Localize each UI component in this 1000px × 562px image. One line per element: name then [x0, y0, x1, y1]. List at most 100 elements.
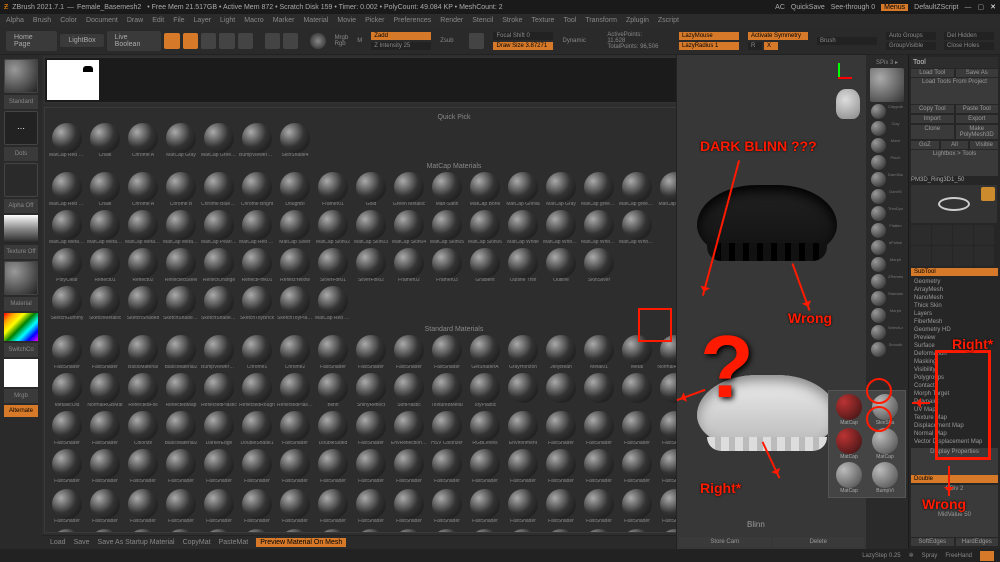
material-EnvReflection01[interactable]: EnvReflection01 [391, 411, 427, 449]
camera-head-icon[interactable] [836, 89, 860, 119]
material-swatch[interactable] [4, 261, 38, 295]
material-fastshader[interactable]: FastShader [163, 489, 199, 527]
material-BasicMaterial2[interactable]: BasicMaterial2 [163, 335, 199, 373]
material-SilverFoil02[interactable]: SilverFoil02 [353, 248, 389, 286]
tool-slot-3[interactable] [974, 225, 994, 245]
x-btn[interactable]: X [764, 42, 778, 50]
texture-swatch[interactable] [4, 215, 38, 243]
material-FastShader[interactable]: FastShader [87, 335, 123, 373]
menu-morph-target[interactable]: Morph Target [911, 390, 998, 398]
material-fastshader[interactable]: FastShader [581, 449, 617, 487]
material-GrayHorizon[interactable]: GrayHorizon [505, 335, 541, 373]
brush-damstd[interactable] [871, 172, 886, 187]
material-SketchToyPlastic[interactable]: SketchToyPlastic [277, 286, 313, 324]
material-MatCap Skin04[interactable]: MatCap Skin04 [391, 210, 427, 248]
menu-preferences[interactable]: Preferences [394, 17, 432, 24]
material-fastshader[interactable]: FastShader [467, 529, 503, 533]
material-Chrome B[interactable]: Chrome B [163, 172, 199, 210]
material-fastshader[interactable]: FastShader [429, 449, 465, 487]
copytool-btn[interactable]: Copy Tool [911, 105, 954, 113]
material-MatCap Metal01[interactable]: MatCap Metal01 [49, 210, 85, 248]
menu-geometry[interactable]: Geometry [911, 278, 998, 286]
storecam-btn[interactable]: Store Cam [679, 537, 771, 547]
material-MatCap Gray[interactable]: MatCap Gray [163, 123, 199, 161]
material-fastshader[interactable]: FastShader [353, 449, 389, 487]
material-FastShader[interactable]: FastShader [581, 411, 617, 449]
lazyradius-slider[interactable]: LazyRadius 1 [679, 42, 739, 50]
menu-normal-map[interactable]: Normal Map [911, 430, 998, 438]
material-fastshader[interactable]: FastShader [239, 529, 275, 533]
menu-fibermesh[interactable]: FiberMesh [911, 318, 998, 326]
material-MatCap White02[interactable]: MatCap White02 [619, 210, 655, 248]
material-fastshader[interactable]: FastShader [391, 529, 427, 533]
material-MatCap Red Wax[interactable]: MatCap Red Wax [239, 210, 275, 248]
material-FastShader[interactable]: FastShader [543, 411, 579, 449]
material-SketchShaded[interactable]: SketchShaded [125, 286, 161, 324]
material-slot[interactable] [505, 373, 541, 411]
menu-thick-skin[interactable]: Thick Skin [911, 302, 998, 310]
zadd-btn[interactable]: Zadd [371, 32, 431, 40]
brush-damst[interactable] [871, 189, 886, 204]
simplebrush-icon[interactable] [981, 187, 995, 201]
copymat-btn[interactable]: CopyMat [183, 539, 211, 546]
material-slot[interactable] [619, 373, 655, 411]
material-MatCap Red Wax[interactable]: MatCap Red Wax [315, 286, 351, 324]
lightbox-tools-btn[interactable]: Lightbox > Tools [911, 150, 998, 176]
material-Chrome A[interactable]: Chrome A [125, 123, 161, 161]
material-PolyClear[interactable]: PolyClear [49, 248, 85, 286]
default-script[interactable]: DefaultZScript [914, 4, 958, 11]
tab-homepage[interactable]: Home Page [6, 31, 57, 51]
delcam-btn[interactable]: Delete [773, 537, 865, 547]
material-Metal01[interactable]: Metal01 [581, 335, 617, 373]
clone-btn[interactable]: Clone [911, 125, 954, 139]
rotate-icon[interactable] [238, 33, 253, 49]
material-Mah-Satin[interactable]: Mah-Satin [429, 172, 465, 210]
zsub-btn[interactable]: Zsub [440, 38, 453, 44]
material-NormalRGBMat[interactable]: NormalRGBMat [87, 373, 123, 411]
material-fastshader[interactable]: FastShader [125, 529, 161, 533]
menu-vector-displacement-map[interactable]: Vector Displacement Map [911, 438, 998, 446]
material-BasicMaterial[interactable]: BasicMaterial [125, 335, 161, 373]
material-Environment[interactable]: Environment [505, 411, 541, 449]
material-MatCap Red Wax[interactable]: MatCap Red Wax [49, 123, 85, 161]
brush-claypot[interactable] [871, 104, 886, 119]
material-fastshader[interactable]: FastShader [619, 529, 655, 533]
material-MatCap Pearl Ca[interactable]: MatCap Pearl Ca [201, 210, 237, 248]
zintensity-slider[interactable]: Z Intensity 25 [371, 42, 431, 50]
pastetool-btn[interactable]: Paste Tool [956, 105, 999, 113]
material-MatCap Skin06[interactable]: MatCap Skin06 [467, 210, 503, 248]
close-icon[interactable]: ✕ [990, 3, 996, 11]
material-MatCap Bone[interactable]: MatCap Bone [467, 172, 503, 210]
menu-file[interactable]: File [173, 17, 184, 24]
material-ReflectedFoil[interactable]: ReflectedFoil [125, 373, 161, 411]
menu-nanomesh[interactable]: NanoMesh [911, 294, 998, 302]
material-ToyPlastic[interactable]: ToyPlastic [467, 373, 503, 411]
dynamic-btn[interactable]: Dynamic [562, 38, 585, 44]
softedges-btn[interactable]: SoftEdges [911, 538, 954, 546]
rgb-btn[interactable]: Rgb [335, 41, 349, 47]
brush-standard[interactable] [871, 291, 886, 306]
material-MatCap Silver[interactable]: MatCap Silver [277, 210, 313, 248]
material-fastshader[interactable]: FastShader [87, 489, 123, 527]
material-fastshader[interactable]: FastShader [505, 449, 541, 487]
material-Chrome2[interactable]: Chrome2 [277, 335, 313, 373]
alpha-swatch[interactable] [4, 163, 38, 197]
material-fastshader[interactable]: FastShader [505, 489, 541, 527]
material-fastshader[interactable]: FastShader [49, 529, 85, 533]
menu-contact[interactable]: Contact [911, 382, 998, 390]
saveas-btn[interactable]: Save As [956, 69, 999, 77]
tool-slot-2[interactable] [953, 225, 973, 245]
material-DarkerEdge[interactable]: DarkerEdge [201, 411, 237, 449]
material-SketchShaded01[interactable]: SketchShaded01 [163, 286, 199, 324]
color-picker[interactable] [4, 313, 38, 341]
material-fastshader[interactable]: FastShader [49, 489, 85, 527]
menu-movie[interactable]: Movie [337, 17, 356, 24]
material-fastshader[interactable]: FastShader [87, 449, 123, 487]
spray-icon[interactable]: ✲ [909, 552, 914, 559]
material-fastshader[interactable]: FastShader [543, 529, 579, 533]
material-ReflectOrange[interactable]: ReflectOrange [201, 248, 237, 286]
material-MatCap Gorilla[interactable]: MatCap Gorilla [505, 172, 541, 210]
brush-flatten[interactable] [871, 223, 886, 238]
loadtool-btn[interactable]: Load Tool [911, 69, 954, 77]
material-fastshader[interactable]: FastShader [201, 529, 237, 533]
